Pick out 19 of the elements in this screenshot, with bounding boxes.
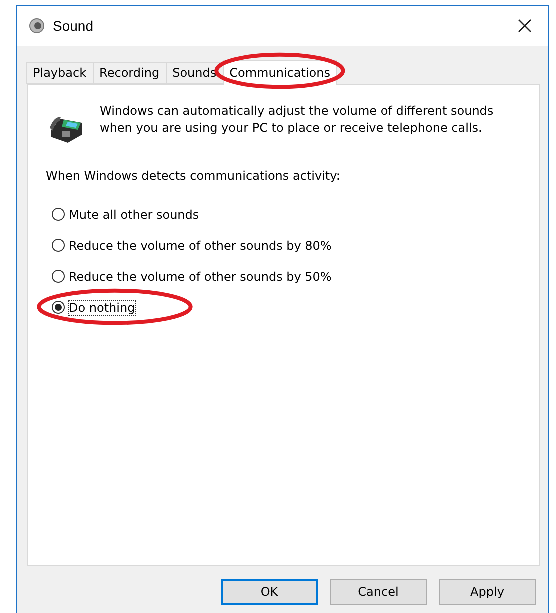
dialog-button[interactable]: Cancel xyxy=(330,579,427,605)
dialog-button[interactable]: Apply xyxy=(439,579,536,605)
radio-button[interactable] xyxy=(52,301,65,314)
dialog-button[interactable]: OK xyxy=(221,579,318,605)
prompt-text: When Windows detects communications activity: xyxy=(46,169,342,183)
tab[interactable]: Playback xyxy=(26,62,94,84)
option-label[interactable]: Reduce the volume of other sounds by 80% xyxy=(69,238,332,252)
radio-button[interactable] xyxy=(52,270,65,283)
option-label[interactable]: Do nothing xyxy=(69,300,136,314)
close-icon xyxy=(518,19,532,33)
radio-button[interactable] xyxy=(52,208,65,221)
speaker-icon xyxy=(29,18,45,34)
description-text: Windows can automatically adjust the volume of different sounds when you are using your PC to place or receive telephone calls. xyxy=(100,103,495,137)
radio-button[interactable] xyxy=(52,239,65,252)
option-label[interactable]: Mute all other sounds xyxy=(69,208,200,222)
window-title: Sound xyxy=(53,18,94,34)
option-label[interactable]: Reduce the volume of other sounds by 50% xyxy=(69,270,332,284)
tab[interactable]: Recording xyxy=(92,62,167,84)
tab[interactable]: Sounds xyxy=(166,62,224,84)
